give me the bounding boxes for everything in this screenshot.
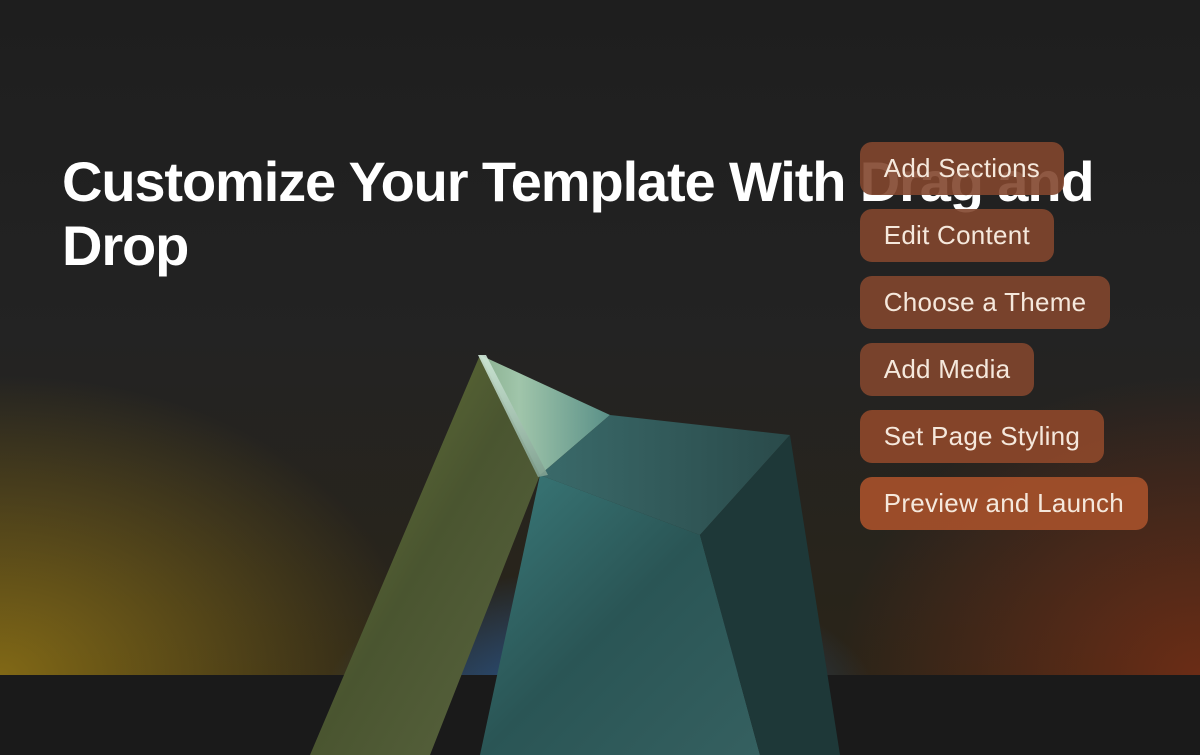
action-preview-and-launch[interactable]: Preview and Launch <box>860 477 1148 530</box>
action-add-media[interactable]: Add Media <box>860 343 1035 396</box>
action-list: Add Sections Edit Content Choose a Theme… <box>860 142 1148 530</box>
action-choose-theme[interactable]: Choose a Theme <box>860 276 1111 329</box>
action-edit-content[interactable]: Edit Content <box>860 209 1054 262</box>
action-add-sections[interactable]: Add Sections <box>860 142 1064 195</box>
action-set-page-styling[interactable]: Set Page Styling <box>860 410 1104 463</box>
